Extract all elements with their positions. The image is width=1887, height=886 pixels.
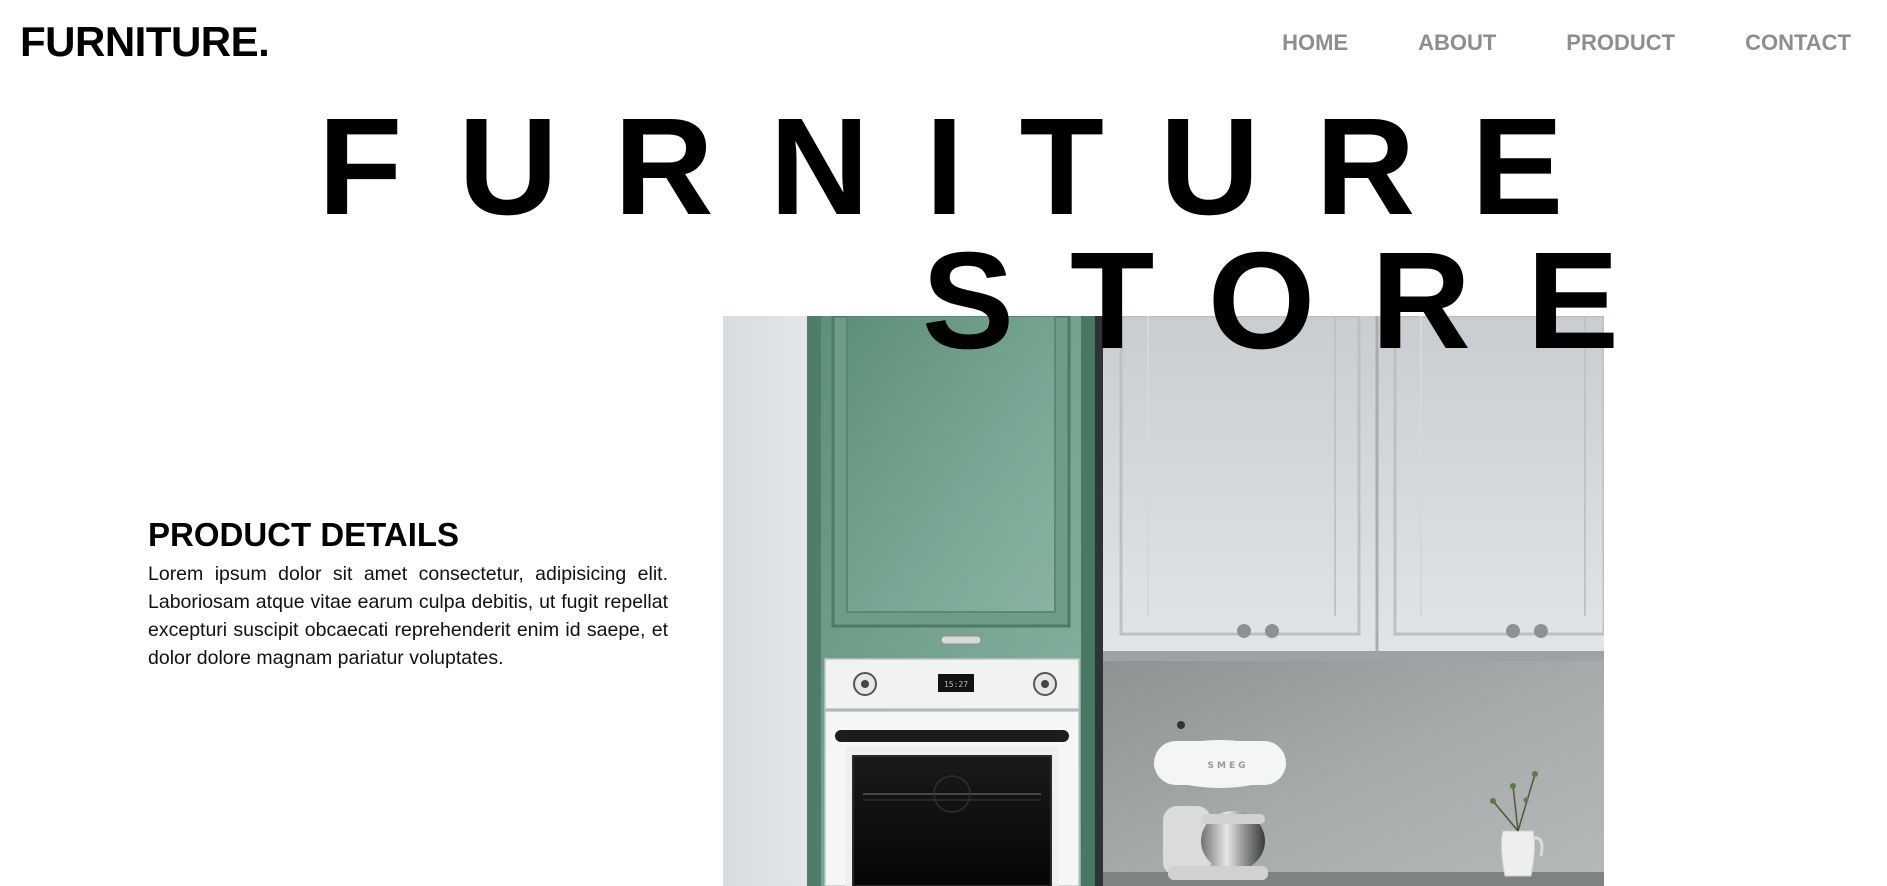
hero-title-line-2: STORE [922,224,1675,378]
nav-product-link[interactable]: PRODUCT [1566,30,1675,56]
nav-home-link[interactable]: HOME [1282,30,1348,56]
nav-contact-link[interactable]: CONTACT [1745,30,1851,56]
svg-text:SMEG: SMEG [1208,761,1249,771]
main-nav: HOME ABOUT PRODUCT CONTACT [1212,30,1851,56]
site-logo[interactable]: FURNITURE. [20,18,270,66]
product-details-heading: PRODUCT DETAILS [148,516,460,553]
page: FURNITURE. HOME ABOUT PRODUCT CONTACT 15… [0,0,1887,886]
svg-text:15:27: 15:27 [944,680,968,689]
product-details-text: Lorem ipsum dolor sit amet consectetur, … [148,563,668,669]
hero-title-line-1: FURNITURE [318,90,1620,244]
hero-kitchen-image: 15:27 SMEG [723,316,1604,886]
nav-about-link[interactable]: ABOUT [1418,30,1496,56]
kitchen-illustration: 15:27 SMEG [723,316,1604,886]
product-details-section: PRODUCT DETAILS Lorem ipsum dolor sit am… [148,516,668,672]
